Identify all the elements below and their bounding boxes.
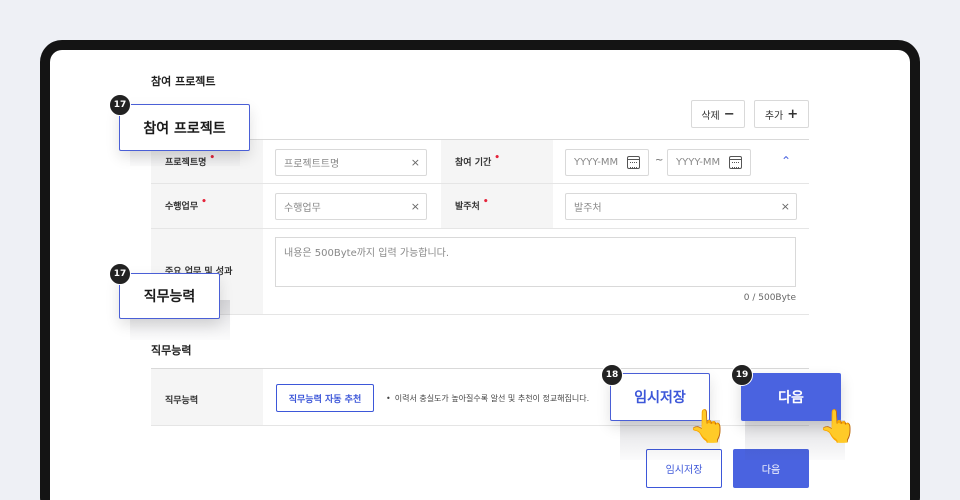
- date-start-input[interactable]: YYYY-MM: [565, 149, 649, 176]
- competency-hint: • 이력서 충실도가 높아질수록 알선 및 추천이 정교해집니다.: [386, 393, 589, 404]
- project-row-3: 주요 업무 및 성과 내용은 500Byte까지 입력 가능합니다. 0 / 5…: [151, 229, 809, 315]
- calendar-icon[interactable]: [627, 156, 640, 169]
- collapse-chevron-icon[interactable]: ⌃: [781, 154, 791, 168]
- callout-badge: 18: [601, 364, 623, 386]
- device-frame: 참여 프로젝트 삭제 − 추가 + 프로젝트명• 프로젝트트명 × 참여 기간•…: [40, 40, 920, 500]
- hint-text: 이력서 충실도가 높아질수록 알선 및 추천이 정교해집니다.: [394, 394, 590, 403]
- callout-badge: 17: [109, 263, 131, 285]
- screen: 참여 프로젝트 삭제 − 추가 + 프로젝트명• 프로젝트트명 × 참여 기간•…: [50, 50, 910, 500]
- bullet: •: [386, 394, 391, 403]
- clear-icon[interactable]: ×: [781, 200, 790, 213]
- callout-competency: 직무능력: [119, 273, 220, 319]
- required-mark: •: [482, 197, 489, 207]
- project-row-2: 수행업무 • 수행업무 × 발주처 • 발주처 ×: [151, 184, 809, 229]
- task-placeholder: 수행업무: [284, 203, 321, 214]
- clear-icon[interactable]: ×: [411, 200, 420, 213]
- label-cell: 수행업무 •: [151, 184, 263, 228]
- project-section-title: 참여 프로젝트: [151, 75, 216, 88]
- callout-badge: 17: [109, 94, 131, 116]
- plus-icon: +: [787, 106, 799, 122]
- competency-section-title: 직무능력: [151, 344, 192, 357]
- client-input[interactable]: 발주처 ×: [565, 193, 797, 220]
- date-start-placeholder: YYYY-MM: [574, 157, 619, 168]
- add-label: 추가: [764, 110, 784, 122]
- competency-label: 직무능력: [165, 396, 199, 406]
- project-name-placeholder: 프로젝트트명: [284, 159, 340, 170]
- task-label: 수행업무 •: [165, 197, 207, 212]
- calendar-icon[interactable]: [729, 156, 742, 169]
- label-cell: 직무능력: [151, 369, 263, 425]
- label-cell: 발주처 •: [441, 184, 553, 228]
- byte-counter: 0 / 500Byte: [743, 293, 796, 303]
- achievement-placeholder: 내용은 500Byte까지 입력 가능합니다.: [284, 248, 450, 259]
- delete-project-button[interactable]: 삭제 −: [691, 100, 745, 128]
- date-end-input[interactable]: YYYY-MM: [667, 149, 751, 176]
- date-end-placeholder: YYYY-MM: [676, 157, 721, 168]
- required-mark: •: [494, 153, 501, 163]
- task-input[interactable]: 수행업무 ×: [275, 193, 427, 220]
- label-cell: 참여 기간 •: [441, 140, 553, 183]
- client-label: 발주처 •: [455, 197, 489, 212]
- project-name-input[interactable]: 프로젝트트명 ×: [275, 149, 427, 176]
- callout-project: 참여 프로젝트: [119, 104, 250, 151]
- client-placeholder: 발주처: [574, 203, 602, 214]
- date-separator: ~: [655, 155, 664, 166]
- add-project-button[interactable]: 추가 +: [754, 100, 809, 128]
- required-mark: •: [201, 197, 207, 207]
- callout-badge: 19: [731, 364, 753, 386]
- clear-icon[interactable]: ×: [411, 156, 420, 169]
- auto-recommend-button[interactable]: 직무능력 자동 추천: [276, 384, 374, 412]
- achievement-textarea[interactable]: 내용은 500Byte까지 입력 가능합니다.: [275, 237, 796, 287]
- delete-label: 삭제: [701, 110, 720, 122]
- pointing-hand-icon: 👆: [818, 407, 858, 445]
- period-label: 참여 기간 •: [455, 153, 501, 168]
- minus-icon: −: [723, 106, 735, 122]
- pointing-hand-icon: 👆: [688, 407, 728, 445]
